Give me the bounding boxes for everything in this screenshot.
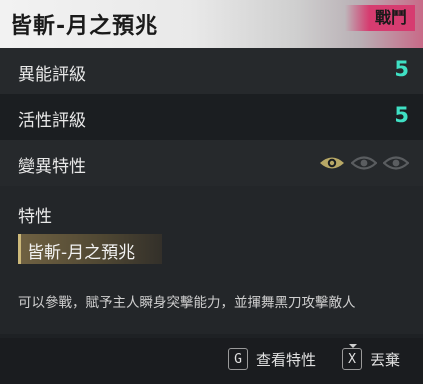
trait-section: 特性 皆斬-月之預兆 可以參戰，賦予主人瞬身突擊能力，並揮舞黑刀攻擊敵人 <box>0 186 423 334</box>
mutation-eyes <box>319 154 409 172</box>
trait-heading: 特性 <box>18 207 52 227</box>
action-footer: G 查看特性 X 丟棄 <box>0 338 423 384</box>
trait-name: 皆斬-月之預兆 <box>27 243 136 263</box>
discard-button[interactable]: X 丟棄 <box>342 344 401 370</box>
eye-icon <box>351 156 377 170</box>
view-trait-label: 查看特性 <box>256 350 317 369</box>
stat-label: 異能評級 <box>18 65 86 85</box>
item-detail-panel: 皆斬-月之預兆 戰鬥 異能評級 5 活性評級 5 變異特性 特性 皆斬-月之預兆… <box>0 0 423 384</box>
stat-value: 5 <box>394 57 409 81</box>
header-bar: 皆斬-月之預兆 戰鬥 <box>0 0 423 48</box>
stat-row-activity-rating: 活性評級 5 <box>0 94 423 140</box>
key-x-icon: X <box>342 344 362 370</box>
key-g-icon: G <box>228 348 248 370</box>
mutation-label: 變異特性 <box>18 157 86 177</box>
category-badge: 戰鬥 <box>345 5 415 31</box>
discard-label: 丟棄 <box>370 350 401 369</box>
stat-value: 5 <box>394 103 409 127</box>
stat-row-mutation-trait: 變異特性 <box>0 140 423 186</box>
trait-description: 可以參戰，賦予主人瞬身突擊能力，並揮舞黑刀攻擊敵人 <box>18 295 356 311</box>
view-trait-button[interactable]: G 查看特性 <box>228 348 316 370</box>
item-title: 皆斬-月之預兆 <box>10 14 159 39</box>
eye-icon <box>320 157 344 169</box>
trait-name-chip: 皆斬-月之預兆 <box>18 234 162 264</box>
eye-icon <box>383 156 409 170</box>
stat-label: 活性評級 <box>18 111 86 131</box>
stat-row-ability-rating: 異能評級 5 <box>0 48 423 94</box>
